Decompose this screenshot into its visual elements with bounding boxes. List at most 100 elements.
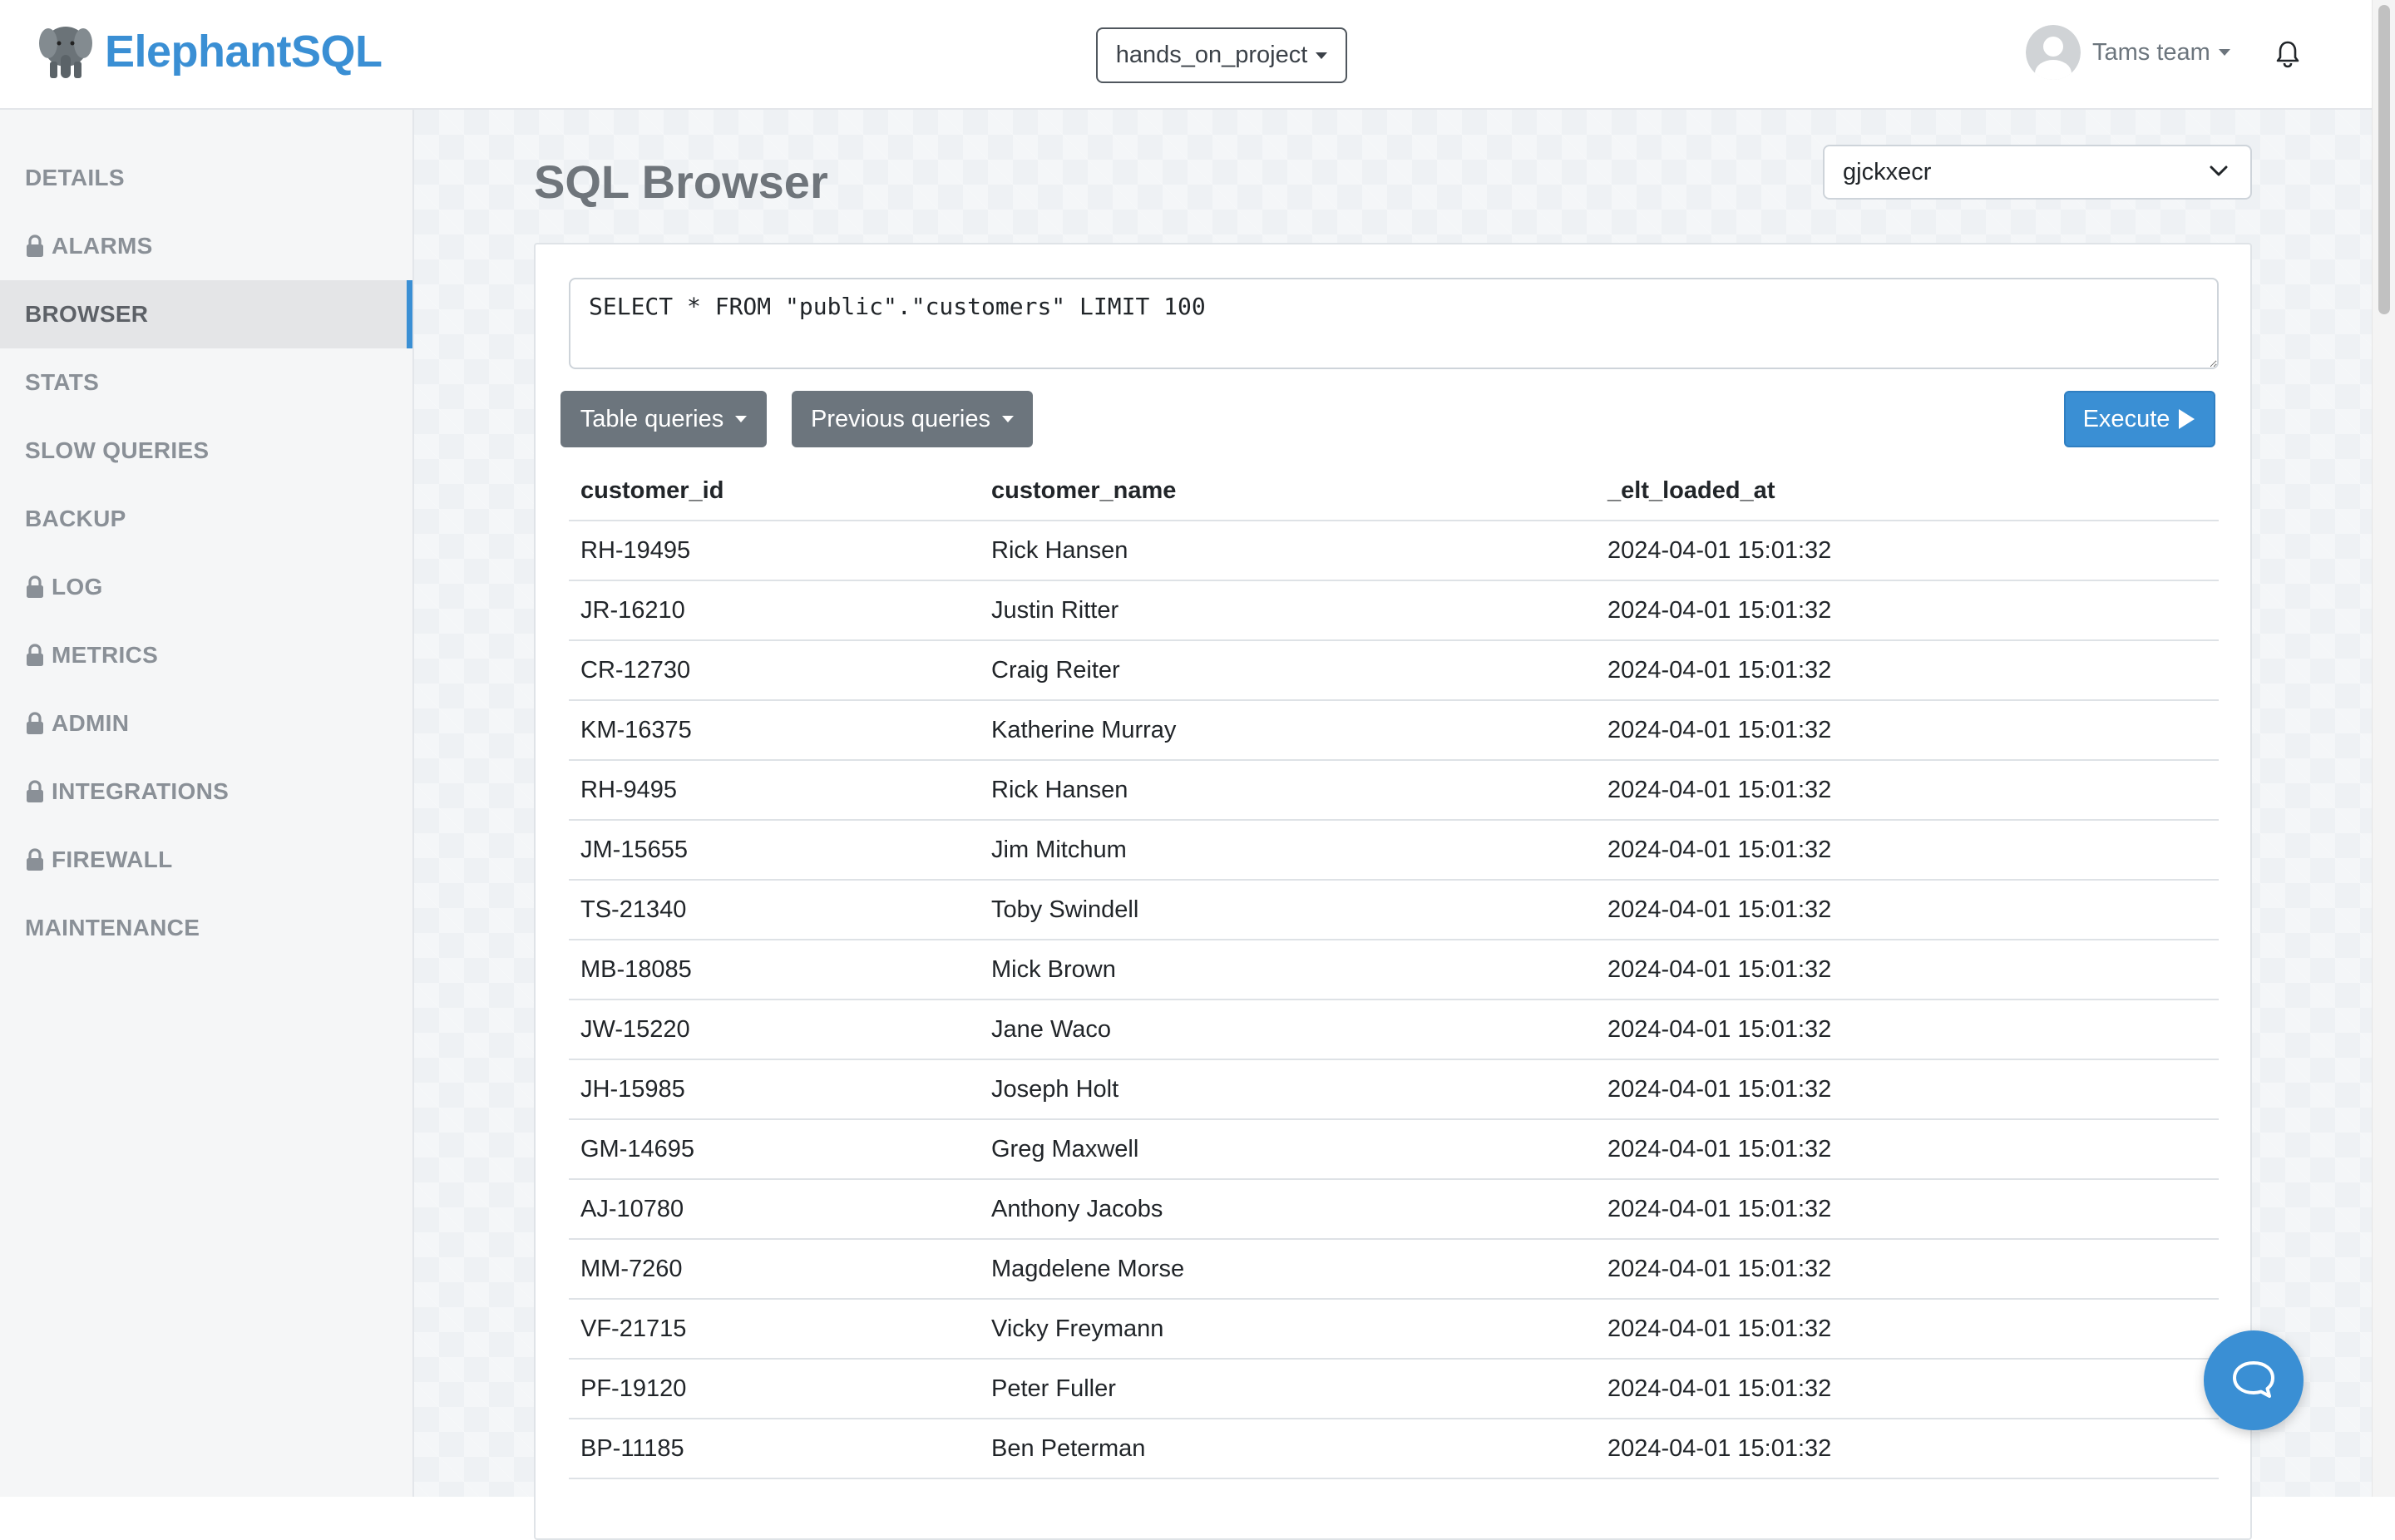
sidebar-item-label: INTEGRATIONS: [52, 778, 230, 804]
table-cell: 2024-04-01 15:01:32: [1596, 521, 2219, 581]
table-cell: Rick Hansen: [980, 760, 1596, 821]
previous-queries-label: Previous queries: [811, 405, 990, 432]
table-row: KM-16375 Katherine Murray 2024-04-01 15:01…: [569, 700, 2219, 761]
table-cell: 2024-04-01 15:01:32: [1596, 700, 2219, 761]
table-queries-label: Table queries: [580, 405, 724, 432]
column-header-customer-id: customer_id: [569, 462, 980, 521]
execute-button[interactable]: Execute: [2064, 391, 2215, 447]
table-row: RH-19495 Rick Hansen 2024-04-01 15:01:32: [569, 521, 2219, 581]
page-title: SQL Browser: [534, 155, 828, 208]
scrollbar-thumb[interactable]: [2378, 5, 2390, 314]
table-cell: 2024-04-01 15:01:32: [1596, 1299, 2219, 1360]
table-row: RH-9495 Rick Hansen 2024-04-01 15:01:32: [569, 760, 2219, 821]
lock-icon: [27, 712, 43, 734]
user-menu[interactable]: Tams team: [2026, 25, 2230, 80]
top-bar: ElephantSQL hands_on_project Tams team: [0, 0, 2372, 110]
caret-down-icon: [2218, 49, 2230, 56]
table-cell: Justin Ritter: [980, 580, 1596, 641]
sidebar-item-metrics[interactable]: METRICS: [0, 621, 412, 689]
table-cell: 2024-04-01 15:01:32: [1596, 1359, 2219, 1419]
table-cell: Rick Hansen: [980, 521, 1596, 581]
sidebar-item-firewall[interactable]: FIREWALL: [0, 826, 412, 894]
lock-icon: [27, 780, 43, 802]
table-cell: JH-15985: [569, 1059, 980, 1120]
user-name: Tams team: [2092, 38, 2210, 66]
sidebar-item-slow-queries[interactable]: SLOW QUERIES: [0, 417, 412, 485]
table-cell: 2024-04-01 15:01:32: [1596, 580, 2219, 641]
table-row: JH-15985 Joseph Holt 2024-04-01 15:01:32: [569, 1059, 2219, 1120]
table-cell: MM-7260: [569, 1239, 980, 1300]
column-header-elt-loaded-at: _elt_loaded_at: [1596, 462, 2219, 521]
table-cell: Ben Peterman: [980, 1419, 1596, 1479]
lock-icon: [27, 848, 43, 871]
table-row: MM-7260 Magdelene Morse 2024-04-01 15:01:3…: [569, 1239, 2219, 1300]
brand-logo[interactable]: ElephantSQL: [38, 22, 383, 81]
sidebar: DETAILS ALARMS BROWSER STATS SLOW QUERIES BAC…: [0, 110, 414, 1497]
results-table: customer_id customer_name _elt_loaded_at R…: [569, 462, 2219, 1479]
table-queries-button[interactable]: Table queries: [560, 391, 767, 447]
sidebar-item-stats[interactable]: STATS: [0, 348, 412, 417]
table-cell: Joseph Holt: [980, 1059, 1596, 1120]
table-cell: 2024-04-01 15:01:32: [1596, 1419, 2219, 1479]
sidebar-item-label: ALARMS: [52, 233, 153, 259]
caret-down-icon: [735, 416, 748, 422]
sidebar-item-log[interactable]: LOG: [0, 553, 412, 621]
table-row: JR-16210 Justin Ritter 2024-04-01 15:01:32: [569, 580, 2219, 641]
table-row: GM-14695 Greg Maxwell 2024-04-01 15:01:32: [569, 1119, 2219, 1180]
previous-queries-button[interactable]: Previous queries: [792, 391, 1033, 447]
table-cell: Peter Fuller: [980, 1359, 1596, 1419]
table-cell: Greg Maxwell: [980, 1119, 1596, 1180]
table-cell: CR-12730: [569, 640, 980, 701]
table-cell: Jane Waco: [980, 1000, 1596, 1060]
sidebar-item-label: LOG: [52, 574, 103, 600]
sidebar-item-label: METRICS: [52, 642, 159, 668]
table-cell: RH-9495: [569, 760, 980, 821]
page-scrollbar[interactable]: [2372, 0, 2395, 1497]
table-cell: Magdelene Morse: [980, 1239, 1596, 1300]
table-cell: BP-11185: [569, 1419, 980, 1479]
table-header-row: customer_id customer_name _elt_loaded_at: [569, 462, 2219, 521]
table-row: TS-21340 Toby Swindell 2024-04-01 15:01:32: [569, 880, 2219, 940]
play-icon: [2179, 409, 2195, 429]
database-select[interactable]: gjckxecr: [1823, 145, 2252, 200]
table-cell: MB-18085: [569, 940, 980, 1000]
sidebar-item-browser[interactable]: BROWSER: [0, 280, 412, 348]
table-cell: Anthony Jacobs: [980, 1179, 1596, 1240]
table-row: JM-15655 Jim Mitchum 2024-04-01 15:01:32: [569, 820, 2219, 881]
sidebar-item-details[interactable]: DETAILS: [0, 144, 412, 212]
table-cell: 2024-04-01 15:01:32: [1596, 820, 2219, 881]
table-cell: Jim Mitchum: [980, 820, 1596, 881]
lock-icon: [27, 234, 43, 257]
table-row: BP-11185 Ben Peterman 2024-04-01 15:01:32: [569, 1419, 2219, 1479]
lock-icon: [27, 644, 43, 666]
bell-icon[interactable]: [2275, 40, 2300, 68]
table-cell: Katherine Murray: [980, 700, 1596, 761]
project-dropdown[interactable]: hands_on_project: [1096, 27, 1347, 83]
table-cell: Mick Brown: [980, 940, 1596, 1000]
table-cell: 2024-04-01 15:01:32: [1596, 1179, 2219, 1240]
sidebar-item-label: FIREWALL: [52, 847, 173, 872]
sidebar-item-integrations[interactable]: INTEGRATIONS: [0, 758, 412, 826]
chat-bubble-icon: [2233, 1361, 2274, 1398]
chat-launcher-button[interactable]: [2204, 1330, 2304, 1430]
project-label: hands_on_project: [1115, 42, 1308, 68]
sql-query-input[interactable]: SELECT * FROM "public"."customers" LIMIT…: [569, 278, 2219, 369]
sidebar-item-backup[interactable]: BACKUP: [0, 485, 412, 553]
database-select-value: gjckxecr: [1843, 158, 1932, 185]
sidebar-item-label: ADMIN: [52, 710, 130, 736]
sidebar-item-admin[interactable]: ADMIN: [0, 689, 412, 758]
column-header-customer-name: customer_name: [980, 462, 1596, 521]
sidebar-item-label: SLOW QUERIES: [25, 437, 210, 463]
sidebar-item-label: BACKUP: [25, 506, 126, 531]
table-cell: 2024-04-01 15:01:32: [1596, 1059, 2219, 1120]
query-card: SELECT * FROM "public"."customers" LIMIT…: [534, 243, 2252, 1540]
table-cell: Vicky Freymann: [980, 1299, 1596, 1360]
table-cell: 2024-04-01 15:01:32: [1596, 1119, 2219, 1180]
table-cell: PF-19120: [569, 1359, 980, 1419]
sidebar-item-alarms[interactable]: ALARMS: [0, 212, 412, 280]
sidebar-item-label: BROWSER: [25, 301, 149, 327]
table-row: CR-12730 Craig Reiter 2024-04-01 15:01:32: [569, 640, 2219, 701]
sidebar-item-maintenance[interactable]: MAINTENANCE: [0, 894, 412, 962]
table-cell: AJ-10780: [569, 1179, 980, 1240]
table-row: MB-18085 Mick Brown 2024-04-01 15:01:32: [569, 940, 2219, 1000]
